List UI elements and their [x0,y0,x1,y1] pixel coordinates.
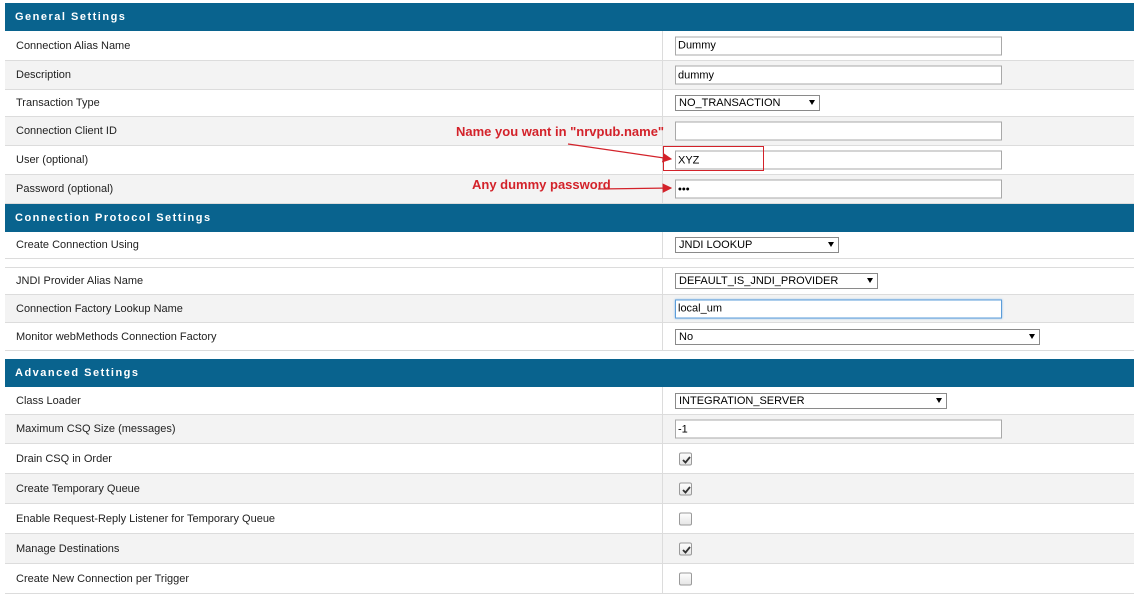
user-annotation: Name you want in "nrvpub.name" [456,124,665,139]
column-divider [662,295,663,322]
row-transaction-type: Transaction Type NO_TRANSACTION [5,90,1134,117]
description-label: Description [16,69,72,81]
checkmark-icon [682,485,691,494]
column-divider [662,474,663,503]
row-description: Description [5,61,1134,90]
factory-lookup-input[interactable] [675,299,1002,318]
row-drain-csq: Drain CSQ in Order [5,444,1134,474]
manage-destinations-label: Manage Destinations [16,542,120,555]
row-temp-queue: Create Temporary Queue [5,474,1134,504]
dropdown-arrow-icon [809,100,815,105]
csq-size-input[interactable] [675,419,1002,439]
connection-alias-label: Connection Alias Name [16,39,131,52]
section-header-general: General Settings [5,3,1134,31]
class-loader-value: INTEGRATION_SERVER [679,394,805,407]
client-id-label: Connection Client ID [16,125,117,137]
column-divider [662,504,663,533]
jndi-alias-label: JNDI Provider Alias Name [16,275,144,287]
transaction-type-label: Transaction Type [16,97,100,109]
row-factory-lookup: Connection Factory Lookup Name [5,295,1134,323]
create-connection-using-value: JNDI LOOKUP [679,239,753,251]
monitor-factory-label: Monitor webMethods Connection Factory [16,330,217,343]
row-jndi-alias: JNDI Provider Alias Name DEFAULT_IS_JNDI… [5,267,1134,295]
dropdown-arrow-icon [1029,333,1035,339]
transaction-type-value: NO_TRANSACTION [679,97,781,109]
new-connection-checkbox[interactable] [679,572,692,585]
drain-csq-checkbox[interactable] [679,452,692,465]
jndi-alias-select[interactable]: DEFAULT_IS_JNDI_PROVIDER [675,273,878,289]
csq-size-label: Maximum CSQ Size (messages) [16,423,176,435]
new-connection-label: Create New Connection per Trigger [16,572,190,585]
transaction-type-select[interactable]: NO_TRANSACTION [675,95,820,111]
dropdown-arrow-icon [828,242,834,247]
column-divider [662,415,663,443]
column-divider [662,387,663,414]
section-header-advanced: Advanced Settings [5,359,1134,387]
password-annotation: Any dummy password [472,177,611,192]
factory-lookup-label: Connection Factory Lookup Name [16,302,183,315]
row-class-loader: Class Loader INTEGRATION_SERVER [5,387,1134,415]
temp-queue-label: Create Temporary Queue [16,482,140,495]
monitor-factory-select[interactable]: No [675,328,1040,345]
request-reply-label: Enable Request-Reply Listener for Tempor… [16,512,276,525]
column-divider [662,175,663,203]
request-reply-checkbox[interactable] [679,512,692,525]
row-create-connection-using: Create Connection Using JNDI LOOKUP [5,232,1134,259]
column-divider [662,444,663,473]
column-divider [662,323,663,350]
temp-queue-checkbox[interactable] [679,482,692,495]
manage-destinations-checkbox[interactable] [679,542,692,555]
row-csq-size: Maximum CSQ Size (messages) [5,415,1134,444]
drain-csq-label: Drain CSQ in Order [16,452,112,465]
row-new-connection: Create New Connection per Trigger [5,564,1134,594]
monitor-factory-value: No [679,330,694,343]
dropdown-arrow-icon [936,397,942,403]
column-divider [662,90,663,116]
connection-alias-input[interactable] [675,36,1002,55]
row-connection-alias: Connection Alias Name [5,31,1134,61]
create-connection-using-label: Create Connection Using [16,239,139,251]
row-user: User (optional) [5,146,1134,175]
column-divider [662,534,663,563]
checkmark-icon [682,455,691,464]
row-request-reply: Enable Request-Reply Listener for Tempor… [5,504,1134,534]
column-divider [662,564,663,593]
user-label: User (optional) [16,154,89,166]
row-monitor-factory: Monitor webMethods Connection Factory No [5,323,1134,351]
description-input[interactable] [675,65,1002,85]
class-loader-select[interactable]: INTEGRATION_SERVER [675,392,947,409]
user-highlight-box [663,146,764,171]
client-id-input[interactable] [675,121,1002,141]
password-input[interactable] [675,179,1002,199]
row-manage-destinations: Manage Destinations [5,534,1134,564]
jndi-alias-value: DEFAULT_IS_JNDI_PROVIDER [679,275,839,287]
create-connection-using-select[interactable]: JNDI LOOKUP [675,237,839,253]
class-loader-label: Class Loader [16,394,81,407]
column-divider [662,61,663,89]
password-label: Password (optional) [16,183,114,195]
column-divider [662,232,663,258]
section-header-protocol: Connection Protocol Settings [5,204,1134,232]
column-divider [662,268,663,294]
dropdown-arrow-icon [867,278,873,283]
checkmark-icon [682,545,691,554]
column-divider [662,31,663,60]
